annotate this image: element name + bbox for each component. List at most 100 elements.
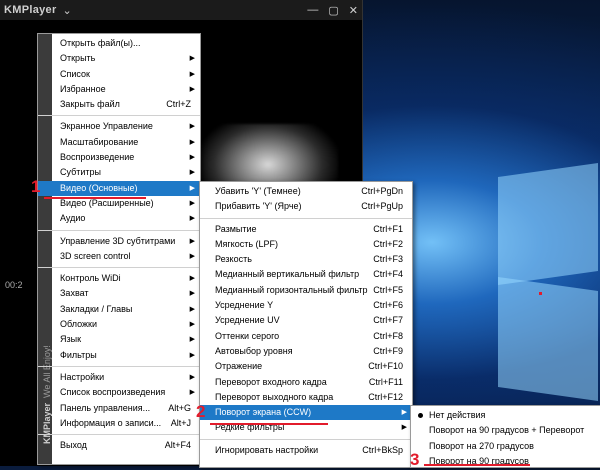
chevron-right-icon: ▶ (189, 275, 195, 283)
menu-item-shortcut: Ctrl+PgUp (361, 201, 403, 212)
minimize-icon[interactable]: — (307, 4, 318, 17)
menu-item-label: Поворот на 270 градусов (429, 440, 534, 451)
menu-separator (38, 229, 200, 231)
menu-item[interactable]: Открыть файл(ы)... (38, 36, 200, 51)
menu-item[interactable]: Управление 3D субтитрами ▶ (38, 234, 200, 249)
menu-item-shortcut: Ctrl+F12 (368, 391, 403, 402)
chevron-right-icon: ▶ (189, 305, 195, 313)
menu-separator (200, 438, 412, 440)
menu-item[interactable]: Открыть ▶ (38, 51, 200, 66)
menu-item[interactable]: Язык ▶ (38, 332, 200, 347)
menu-item-label: Захват (60, 288, 89, 299)
menu-item[interactable]: Усреднение Y Ctrl+F6 (200, 298, 412, 313)
chevron-right-icon: ▶ (189, 138, 195, 146)
chevron-right-icon: ▶ (189, 184, 195, 192)
menu-item[interactable]: Экранное Управление ▶ (38, 119, 200, 134)
menu-item[interactable]: Оттенки серого Ctrl+F8 (200, 329, 412, 344)
menu-item[interactable]: Поворот на 90 градусов + Переворот (411, 423, 600, 438)
chevron-right-icon: ▶ (189, 389, 195, 397)
menu-item[interactable]: Настройки ▶ (38, 370, 200, 385)
menu-item[interactable]: Переворот входного кадра Ctrl+F11 (200, 375, 412, 390)
menu-item-shortcut: Ctrl+F8 (373, 330, 403, 341)
menu-item[interactable]: Прибавить 'Y' (Ярче) Ctrl+PgUp (200, 199, 412, 214)
menu-item-label: Выход (60, 440, 87, 451)
menu-item[interactable]: Субтитры ▶ (38, 165, 200, 180)
menu-item-label: Оттенки серого (215, 330, 280, 341)
menu-item[interactable]: Убавить 'Y' (Темнее) Ctrl+PgDn (200, 184, 412, 199)
menu-item[interactable]: Медианный горизонтальный фильтр Ctrl+F5 (200, 283, 412, 298)
menu-item-highlighted[interactable]: Видео (Основные) ▶ (38, 180, 200, 196)
menu-item[interactable]: Игнорировать настройки Ctrl+BkSp (200, 443, 412, 458)
menu-item-label: Обложки (60, 319, 97, 330)
menu-item[interactable]: Закладки / Главы ▶ (38, 302, 200, 317)
menu-item-shortcut: Ctrl+Z (166, 99, 191, 110)
menu-item-label: Усреднение UV (215, 315, 280, 326)
menu-item[interactable]: Панель управления... Alt+G (38, 401, 200, 416)
menu-item-label: Фильтры (60, 349, 97, 360)
menu-separator (38, 365, 200, 367)
menu-item-label: Прибавить 'Y' (Ярче) (215, 201, 302, 212)
menu-item-label: Видео (Основные) (60, 182, 138, 193)
menu-item-label: Поворот экрана (CCW) (215, 407, 312, 418)
menu-item-shortcut: Ctrl+F10 (368, 361, 403, 372)
menu-item-label: Убавить 'Y' (Темнее) (215, 186, 301, 196)
chevron-right-icon: ▶ (189, 199, 195, 207)
menu-item[interactable]: Выход Alt+F4 (38, 438, 200, 453)
menu-item-shortcut: Ctrl+PgDn (361, 186, 403, 196)
menu-item[interactable]: Избранное ▶ (38, 82, 200, 97)
menu-item[interactable]: Усреднение UV Ctrl+F7 (200, 313, 412, 328)
menu-item[interactable]: Мягкость (LPF) Ctrl+F2 (200, 237, 412, 252)
menu-item[interactable]: Воспроизведение ▶ (38, 150, 200, 165)
menu-item[interactable]: Автовыбор уровня Ctrl+F9 (200, 344, 412, 359)
chevron-right-icon: ▶ (189, 123, 195, 131)
menu-item-label: Переворот входного кадра (215, 376, 327, 387)
menu-item-label: Информация о записи... (60, 417, 162, 428)
menu-item-highlighted[interactable]: Поворот экрана (CCW) ▶ (200, 405, 412, 421)
menu-item[interactable]: Поворот на 90 градусов (411, 454, 600, 469)
menu-item[interactable]: Информация о записи... Alt+J (38, 416, 200, 431)
menu-item[interactable]: Медианный вертикальный фильтр Ctrl+F4 (200, 267, 412, 282)
menu-item-label: Отражение (215, 361, 263, 372)
menu-item-label: Размытие (215, 223, 257, 234)
close-icon[interactable]: ✕ (349, 4, 358, 17)
menu-item[interactable]: Фильтры ▶ (38, 348, 200, 363)
menu-item[interactable]: Размытие Ctrl+F1 (200, 222, 412, 237)
menu-item[interactable]: Контроль WiDi ▶ (38, 271, 200, 286)
menu-item-shortcut: Ctrl+F9 (373, 345, 403, 356)
menu-separator (38, 434, 200, 436)
annotation-underline-1 (44, 197, 146, 199)
radio-bullet-icon (418, 413, 423, 418)
kmplayer-logo[interactable]: KMPlayer (4, 4, 57, 16)
menu-item[interactable]: Нет действия (411, 408, 600, 423)
menu-item[interactable]: Поворот на 270 градусов (411, 439, 600, 454)
menu-item[interactable]: Список воспроизведения ▶ (38, 385, 200, 400)
menu-item-label: 3D screen control (60, 250, 131, 261)
chevron-down-icon[interactable]: ⌄ (63, 4, 72, 17)
maximize-icon[interactable]: ▢ (328, 4, 338, 17)
menu-item[interactable]: Обложки ▶ (38, 317, 200, 332)
menu-item-label: Субтитры (60, 167, 102, 178)
menu-item-label: Управление 3D субтитрами (60, 235, 176, 246)
menu-item-shortcut: Ctrl+F4 (373, 269, 403, 280)
chevron-right-icon: ▶ (189, 373, 195, 381)
menu-item-shortcut: Ctrl+F11 (368, 376, 403, 387)
menu-item[interactable]: Отражение Ctrl+F10 (200, 359, 412, 374)
menu-separator (38, 267, 200, 269)
menu-item[interactable]: Переворот выходного кадра Ctrl+F12 (200, 390, 412, 405)
menu-separator (38, 115, 200, 117)
menu-item[interactable]: Аудио ▶ (38, 211, 200, 226)
menu-item[interactable]: Резкость Ctrl+F3 (200, 252, 412, 267)
menu-item-shortcut: Ctrl+F7 (373, 315, 403, 326)
menu-item-label: Усреднение Y (215, 300, 274, 311)
menu-item[interactable]: Закрыть файл Ctrl+Z (38, 97, 200, 112)
menu-item[interactable]: Список ▶ (38, 67, 200, 82)
chevron-right-icon: ▶ (189, 321, 195, 329)
menu-item-label: Список воспроизведения (60, 387, 166, 398)
chevron-right-icon: ▶ (189, 169, 195, 177)
time-readout: 00:2 (5, 280, 23, 290)
menu-item-shortcut: Ctrl+F6 (373, 300, 403, 311)
menu-item[interactable]: Захват ▶ (38, 286, 200, 301)
menu-item[interactable]: Масштабирование ▶ (38, 135, 200, 150)
menu-item-label: Воспроизведение (60, 152, 135, 163)
menu-item[interactable]: 3D screen control ▶ (38, 249, 200, 264)
